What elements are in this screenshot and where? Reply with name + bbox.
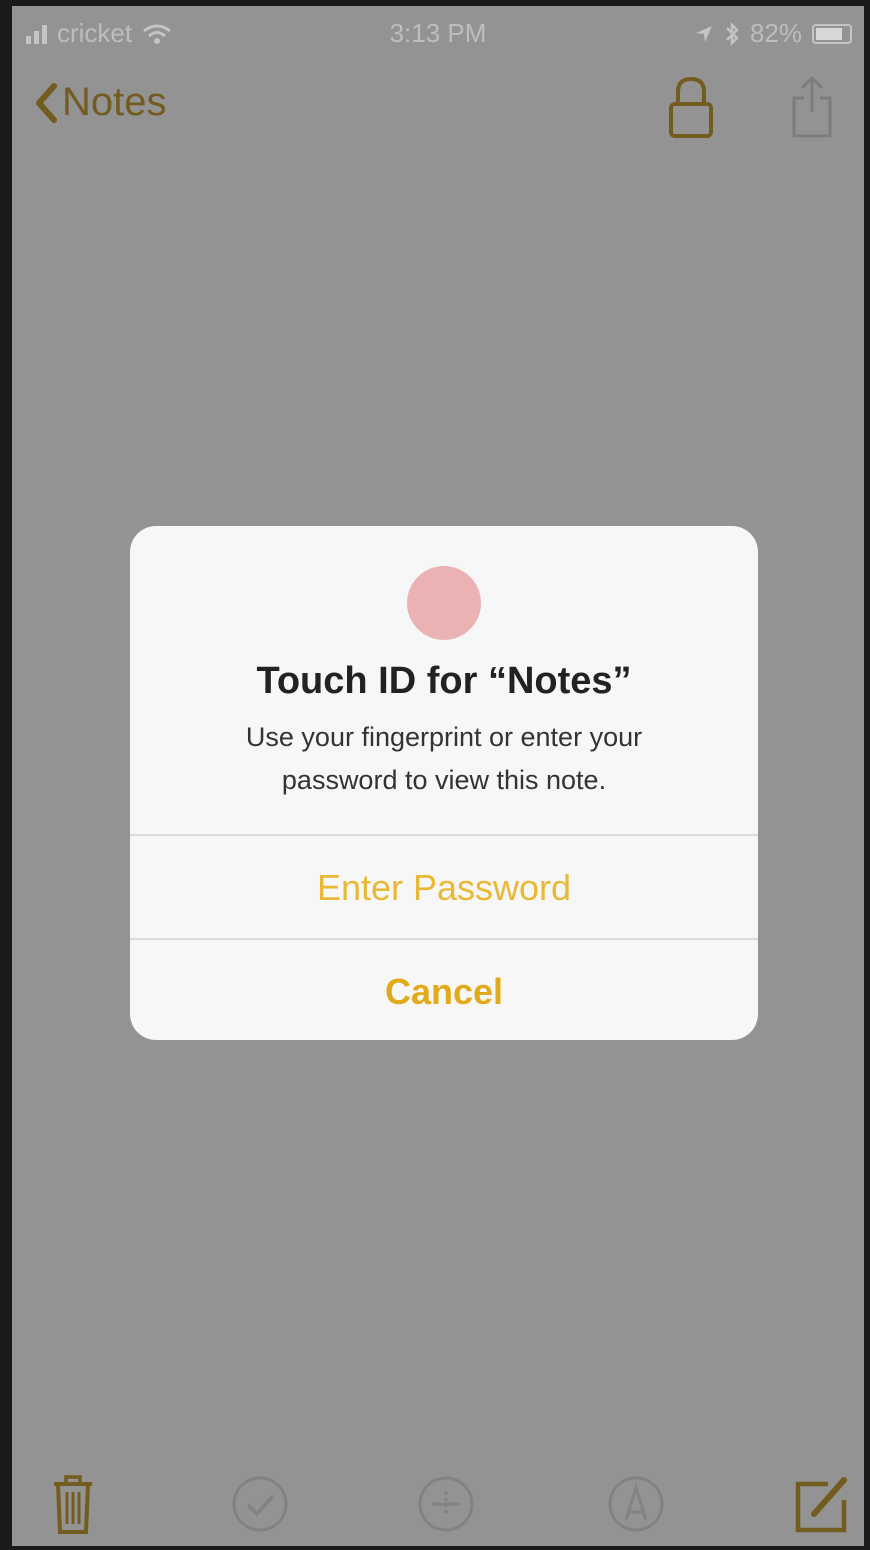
trash-icon[interactable] — [50, 1472, 96, 1536]
battery-percent: 82% — [749, 18, 802, 48]
lock-icon[interactable] — [666, 74, 716, 140]
chevron-left-icon — [36, 82, 57, 123]
dialog-message: Use your fingerprint or enter your passw… — [245, 722, 643, 795]
dialog-title: Touch ID for “Notes” — [256, 660, 632, 702]
enter-password-button[interactable]: Enter Password — [130, 836, 758, 940]
share-icon[interactable] — [788, 74, 836, 140]
location-icon — [695, 25, 712, 42]
bluetooth-icon — [726, 21, 739, 46]
compose-icon[interactable] — [792, 1472, 852, 1536]
battery-icon — [812, 23, 852, 44]
touch-id-dialog: Touch ID for “Notes” Use your fingerprin… — [130, 526, 758, 1040]
checklist-icon[interactable] — [230, 1472, 290, 1536]
status-bar: cricket 3:13 PM 82% — [12, 6, 864, 60]
back-button[interactable]: Notes — [34, 80, 167, 125]
back-label: Notes — [62, 80, 167, 124]
status-right: 82% — [694, 18, 852, 49]
cancel-button[interactable]: Cancel — [130, 940, 758, 1040]
table-icon[interactable] — [416, 1472, 476, 1536]
notes-screen: cricket 3:13 PM 82% Notes Touch ID for “… — [12, 6, 864, 1546]
markup-icon[interactable] — [606, 1472, 666, 1536]
fingerprint-icon — [407, 566, 481, 640]
